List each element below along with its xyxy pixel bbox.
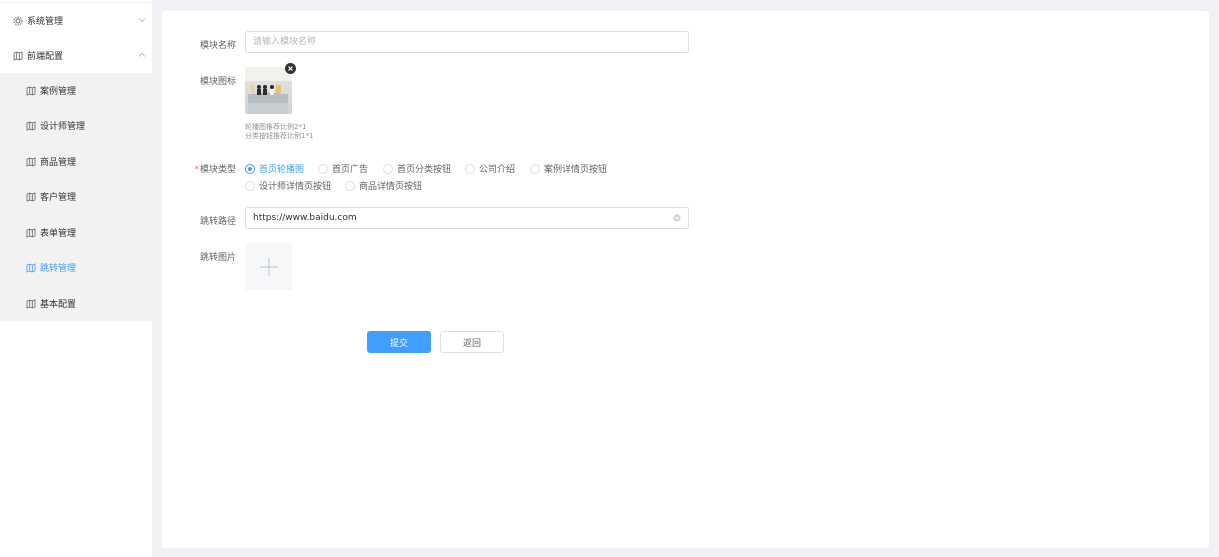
radio-home-ad[interactable]: 首页广告: [318, 162, 368, 175]
icon-hint-line1: 轮播图推荐比例2*1: [245, 123, 307, 131]
sidebar-item-label: 表单管理: [40, 229, 77, 239]
map-icon: [26, 191, 36, 202]
image-upload-button[interactable]: [245, 243, 292, 290]
sidebar-item-label: 客户管理: [40, 193, 77, 203]
chevron-down-icon: [138, 16, 146, 24]
jump-image-label: 跳转图片: [199, 253, 236, 263]
map-icon: [26, 120, 36, 131]
required-mark: *: [194, 165, 199, 175]
radio-dot: [245, 163, 255, 174]
menu-group-system[interactable]: 系统管理: [0, 3, 152, 38]
radio-label: 首页轮播图: [259, 165, 305, 175]
module-name-label: 模块名称: [199, 41, 236, 51]
module-icon-label: 模块图标: [199, 77, 236, 87]
sidebar-item-label: 设计师管理: [40, 122, 86, 132]
jump-path-value: https://www.baidu.com: [253, 213, 357, 223]
radio-dot: [465, 163, 475, 174]
radio-dot: [383, 163, 393, 174]
sidebar-item-label: 商品管理: [40, 158, 77, 168]
module-type-label-text: 模块类型: [199, 165, 236, 175]
module-type-label: *模块类型: [162, 162, 236, 175]
sidebar-item-label: 基本配置: [40, 300, 77, 310]
radio-dot: [318, 163, 328, 174]
radio-label: 首页分类按钮: [397, 165, 452, 175]
sidebar: 系统管理 前端配置 案例管理 设计师管理 商品管理 客户管理 表单管理 跳转管理…: [0, 0, 152, 557]
radio-dot: [245, 180, 255, 191]
sidebar-item-forms[interactable]: 表单管理: [0, 215, 152, 250]
radio-home-category-button[interactable]: 首页分类按钮: [383, 162, 451, 175]
clear-icon[interactable]: [673, 214, 681, 222]
sidebar-item-basic-config[interactable]: 基本配置: [0, 286, 152, 321]
submit-button[interactable]: 提交: [367, 331, 431, 353]
radio-label: 设计师详情页按钮: [259, 182, 332, 192]
radio-label: 案例详情页按钮: [544, 165, 608, 175]
back-button[interactable]: 返回: [440, 331, 504, 353]
radio-company-intro[interactable]: 公司介绍: [465, 162, 515, 175]
sidebar-item-designers[interactable]: 设计师管理: [0, 108, 152, 143]
map-icon: [26, 85, 36, 96]
jump-path-label: 跳转路径: [199, 217, 236, 227]
icon-hint-line2: 分类按钮推荐比例1*1: [245, 132, 314, 140]
map-icon: [26, 262, 36, 273]
form-card: 模块名称 模块图标 轮播图推荐比例2*1 分类按: [162, 11, 1209, 548]
sidebar-item-products[interactable]: 商品管理: [0, 144, 152, 179]
close-icon: [287, 65, 294, 72]
radio-label: 首页广告: [332, 165, 369, 175]
menu-group-label: 前端配置: [27, 52, 64, 62]
radio-product-detail-button[interactable]: 商品详情页按钮: [345, 179, 422, 192]
menu-group-frontend[interactable]: 前端配置: [0, 38, 152, 73]
submenu-frontend: 案例管理 设计师管理 商品管理 客户管理 表单管理 跳转管理 基本配置: [0, 73, 152, 321]
map-icon: [26, 156, 36, 167]
menu-group-label: 系统管理: [27, 17, 64, 27]
sidebar-item-cases[interactable]: 案例管理: [0, 73, 152, 108]
map-icon: [26, 298, 36, 309]
module-icon-image: [245, 67, 292, 114]
remove-image-button[interactable]: [285, 63, 296, 74]
chevron-up-icon: [138, 51, 146, 59]
radio-home-carousel[interactable]: 首页轮播图: [245, 162, 304, 175]
module-name-input[interactable]: [245, 31, 689, 53]
plus-icon: [259, 257, 279, 277]
radio-dot: [530, 163, 540, 174]
sidebar-item-label: 案例管理: [40, 87, 77, 97]
gear-icon: [13, 16, 23, 26]
radio-label: 公司介绍: [479, 165, 516, 175]
sidebar-item-customers[interactable]: 客户管理: [0, 179, 152, 214]
radio-case-detail-button[interactable]: 案例详情页按钮: [530, 162, 607, 175]
jump-path-input[interactable]: https://www.baidu.com: [245, 207, 689, 229]
sidebar-item-redirects[interactable]: 跳转管理: [0, 250, 152, 285]
radio-label: 商品详情页按钮: [359, 182, 423, 192]
map-icon: [26, 227, 36, 238]
radio-dot: [345, 180, 355, 191]
sidebar-item-label: 跳转管理: [40, 264, 77, 274]
radio-designer-detail-button[interactable]: 设计师详情页按钮: [245, 179, 331, 192]
map-icon: [13, 50, 23, 61]
